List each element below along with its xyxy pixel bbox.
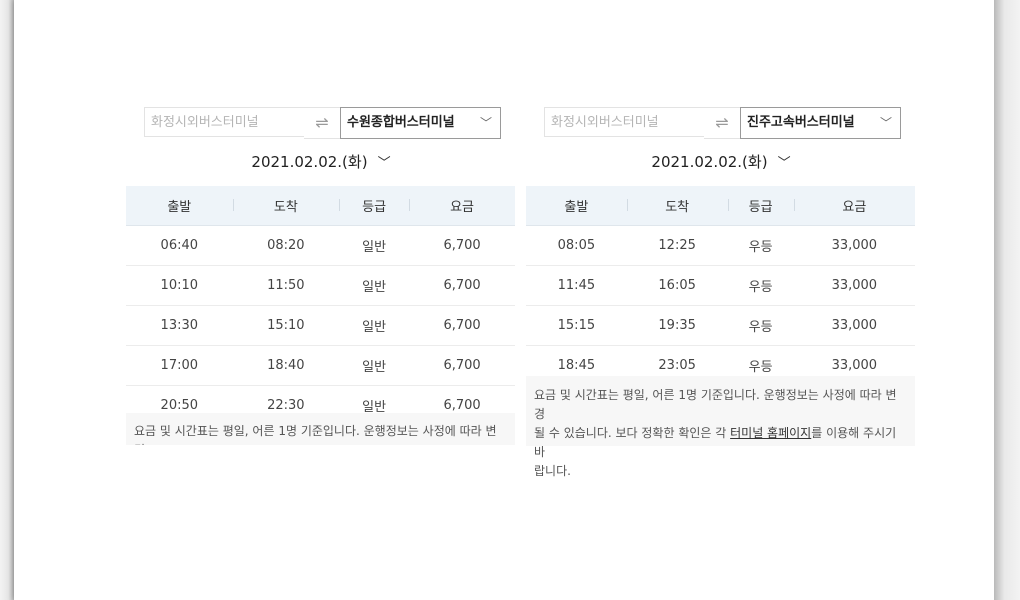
swap-icon[interactable]: ⇌ <box>304 107 340 139</box>
table-header-row: 출발 도착 등급 요금 <box>526 186 915 226</box>
destination-label: 진주고속버스터미널 <box>747 115 855 130</box>
destination-select[interactable]: 진주고속버스터미널 ﹀ <box>740 107 901 139</box>
departure-time: 08:05 <box>526 225 627 266</box>
column-header-grade: 등급 <box>727 186 794 226</box>
table-header-row: 출발 도착 등급 요금 <box>126 186 515 226</box>
table-row: 13:30 15:10 일반 6,700 <box>126 305 515 346</box>
terminal-homepage-link[interactable]: 터미널 홈페이지 <box>730 426 811 440</box>
table-row: 15:15 19:35 우등 33,000 <box>526 305 915 346</box>
departure-time: 13:30 <box>126 305 233 346</box>
route-selector: 화정시외버스터미널 ⇌ 진주고속버스터미널 ﹀ <box>544 107 902 139</box>
departure-time: 11:45 <box>526 265 627 306</box>
departure-time: 06:40 <box>126 225 233 266</box>
bus-grade: 우등 <box>727 305 794 346</box>
fare: 33,000 <box>793 225 915 266</box>
column-header-arrival: 도착 <box>232 186 340 226</box>
departure-time: 10:10 <box>126 265 233 306</box>
bus-grade: 우등 <box>727 225 794 266</box>
departure-time: 15:15 <box>526 305 627 346</box>
departure-time: 17:00 <box>126 345 233 386</box>
arrival-time: 12:25 <box>626 225 728 266</box>
table-row: 17:00 18:40 일반 6,700 <box>126 345 515 386</box>
column-header-fare: 요금 <box>409 186 515 226</box>
fare: 6,700 <box>409 225 515 266</box>
fare-notice: 요금 및 시간표는 평일, 어른 1명 기준입니다. 운행정보는 사정에 따라 … <box>126 413 515 445</box>
destination-select[interactable]: 수원종합버스터미널 ﹀ <box>340 107 501 139</box>
date-selector[interactable]: 2021.02.02.(화) ﹀ <box>126 150 516 176</box>
timetable: 출발 도착 등급 요금 06:40 08:20 일반 6,700 10:10 1… <box>126 186 515 426</box>
route-selector: 화정시외버스터미널 ⇌ 수원종합버스터미널 ﹀ <box>144 107 502 139</box>
table-row: 10:10 11:50 일반 6,700 <box>126 265 515 306</box>
destination-label: 수원종합버스터미널 <box>347 115 455 130</box>
column-header-departure: 출발 <box>526 186 627 226</box>
chevron-down-icon: ﹀ <box>879 116 892 130</box>
notice-text: 될 수 있습니다. 보다 정확한 확인은 각 터미널 홈페이지를 이용해 주시기… <box>534 424 907 462</box>
table-row: 08:05 12:25 우등 33,000 <box>526 225 915 266</box>
bus-grade: 일반 <box>339 265 410 306</box>
column-header-departure: 출발 <box>126 186 233 226</box>
notice-text: 요금 및 시간표는 평일, 어른 1명 기준입니다. 운행정보는 사정에 따라 … <box>534 388 897 421</box>
fare: 6,700 <box>409 305 515 346</box>
arrival-time: 16:05 <box>626 265 728 306</box>
chevron-down-icon: ﹀ <box>479 116 492 130</box>
bus-grade: 일반 <box>339 225 410 266</box>
origin-field[interactable]: 화정시외버스터미널 <box>544 107 704 137</box>
fare: 6,700 <box>409 345 515 386</box>
left-margin <box>0 0 14 600</box>
column-header-arrival: 도착 <box>626 186 728 226</box>
date-label: 2021.02.02.(화) <box>251 153 368 171</box>
bus-grade: 일반 <box>339 305 410 346</box>
bus-grade: 우등 <box>727 265 794 306</box>
right-margin <box>994 0 1020 600</box>
date-selector[interactable]: 2021.02.02.(화) ﹀ <box>526 150 916 176</box>
document-page: 화정시외버스터미널 ⇌ 수원종합버스터미널 ﹀ 2021.02.02.(화) ﹀ … <box>14 0 994 600</box>
fare: 33,000 <box>793 265 915 306</box>
bus-grade: 일반 <box>339 345 410 386</box>
table-row: 11:45 16:05 우등 33,000 <box>526 265 915 306</box>
notice-text-part: 될 수 있습니다. 보다 정확한 확인은 각 <box>534 426 731 440</box>
origin-field[interactable]: 화정시외버스터미널 <box>144 107 304 137</box>
fare: 33,000 <box>793 305 915 346</box>
fare-notice: 요금 및 시간표는 평일, 어른 1명 기준입니다. 운행정보는 사정에 따라 … <box>526 376 915 478</box>
column-header-grade: 등급 <box>339 186 410 226</box>
table-row: 06:40 08:20 일반 6,700 <box>126 225 515 266</box>
arrival-time: 11:50 <box>232 265 340 306</box>
arrival-time: 15:10 <box>232 305 340 346</box>
arrival-time: 19:35 <box>626 305 728 346</box>
arrival-time: 18:40 <box>232 345 340 386</box>
chevron-down-icon: ﹀ <box>377 156 391 171</box>
timetable: 출발 도착 등급 요금 08:05 12:25 우등 33,000 11:45 … <box>526 186 915 386</box>
arrival-time: 08:20 <box>232 225 340 266</box>
notice-text: 랍니다. <box>534 464 571 478</box>
swap-icon[interactable]: ⇌ <box>704 107 740 139</box>
chevron-down-icon: ﹀ <box>777 156 791 171</box>
notice-text: 요금 및 시간표는 평일, 어른 1명 기준입니다. 운행정보는 사정에 따라 … <box>134 424 497 445</box>
column-header-fare: 요금 <box>793 186 915 226</box>
date-label: 2021.02.02.(화) <box>651 153 768 171</box>
fare: 6,700 <box>409 265 515 306</box>
